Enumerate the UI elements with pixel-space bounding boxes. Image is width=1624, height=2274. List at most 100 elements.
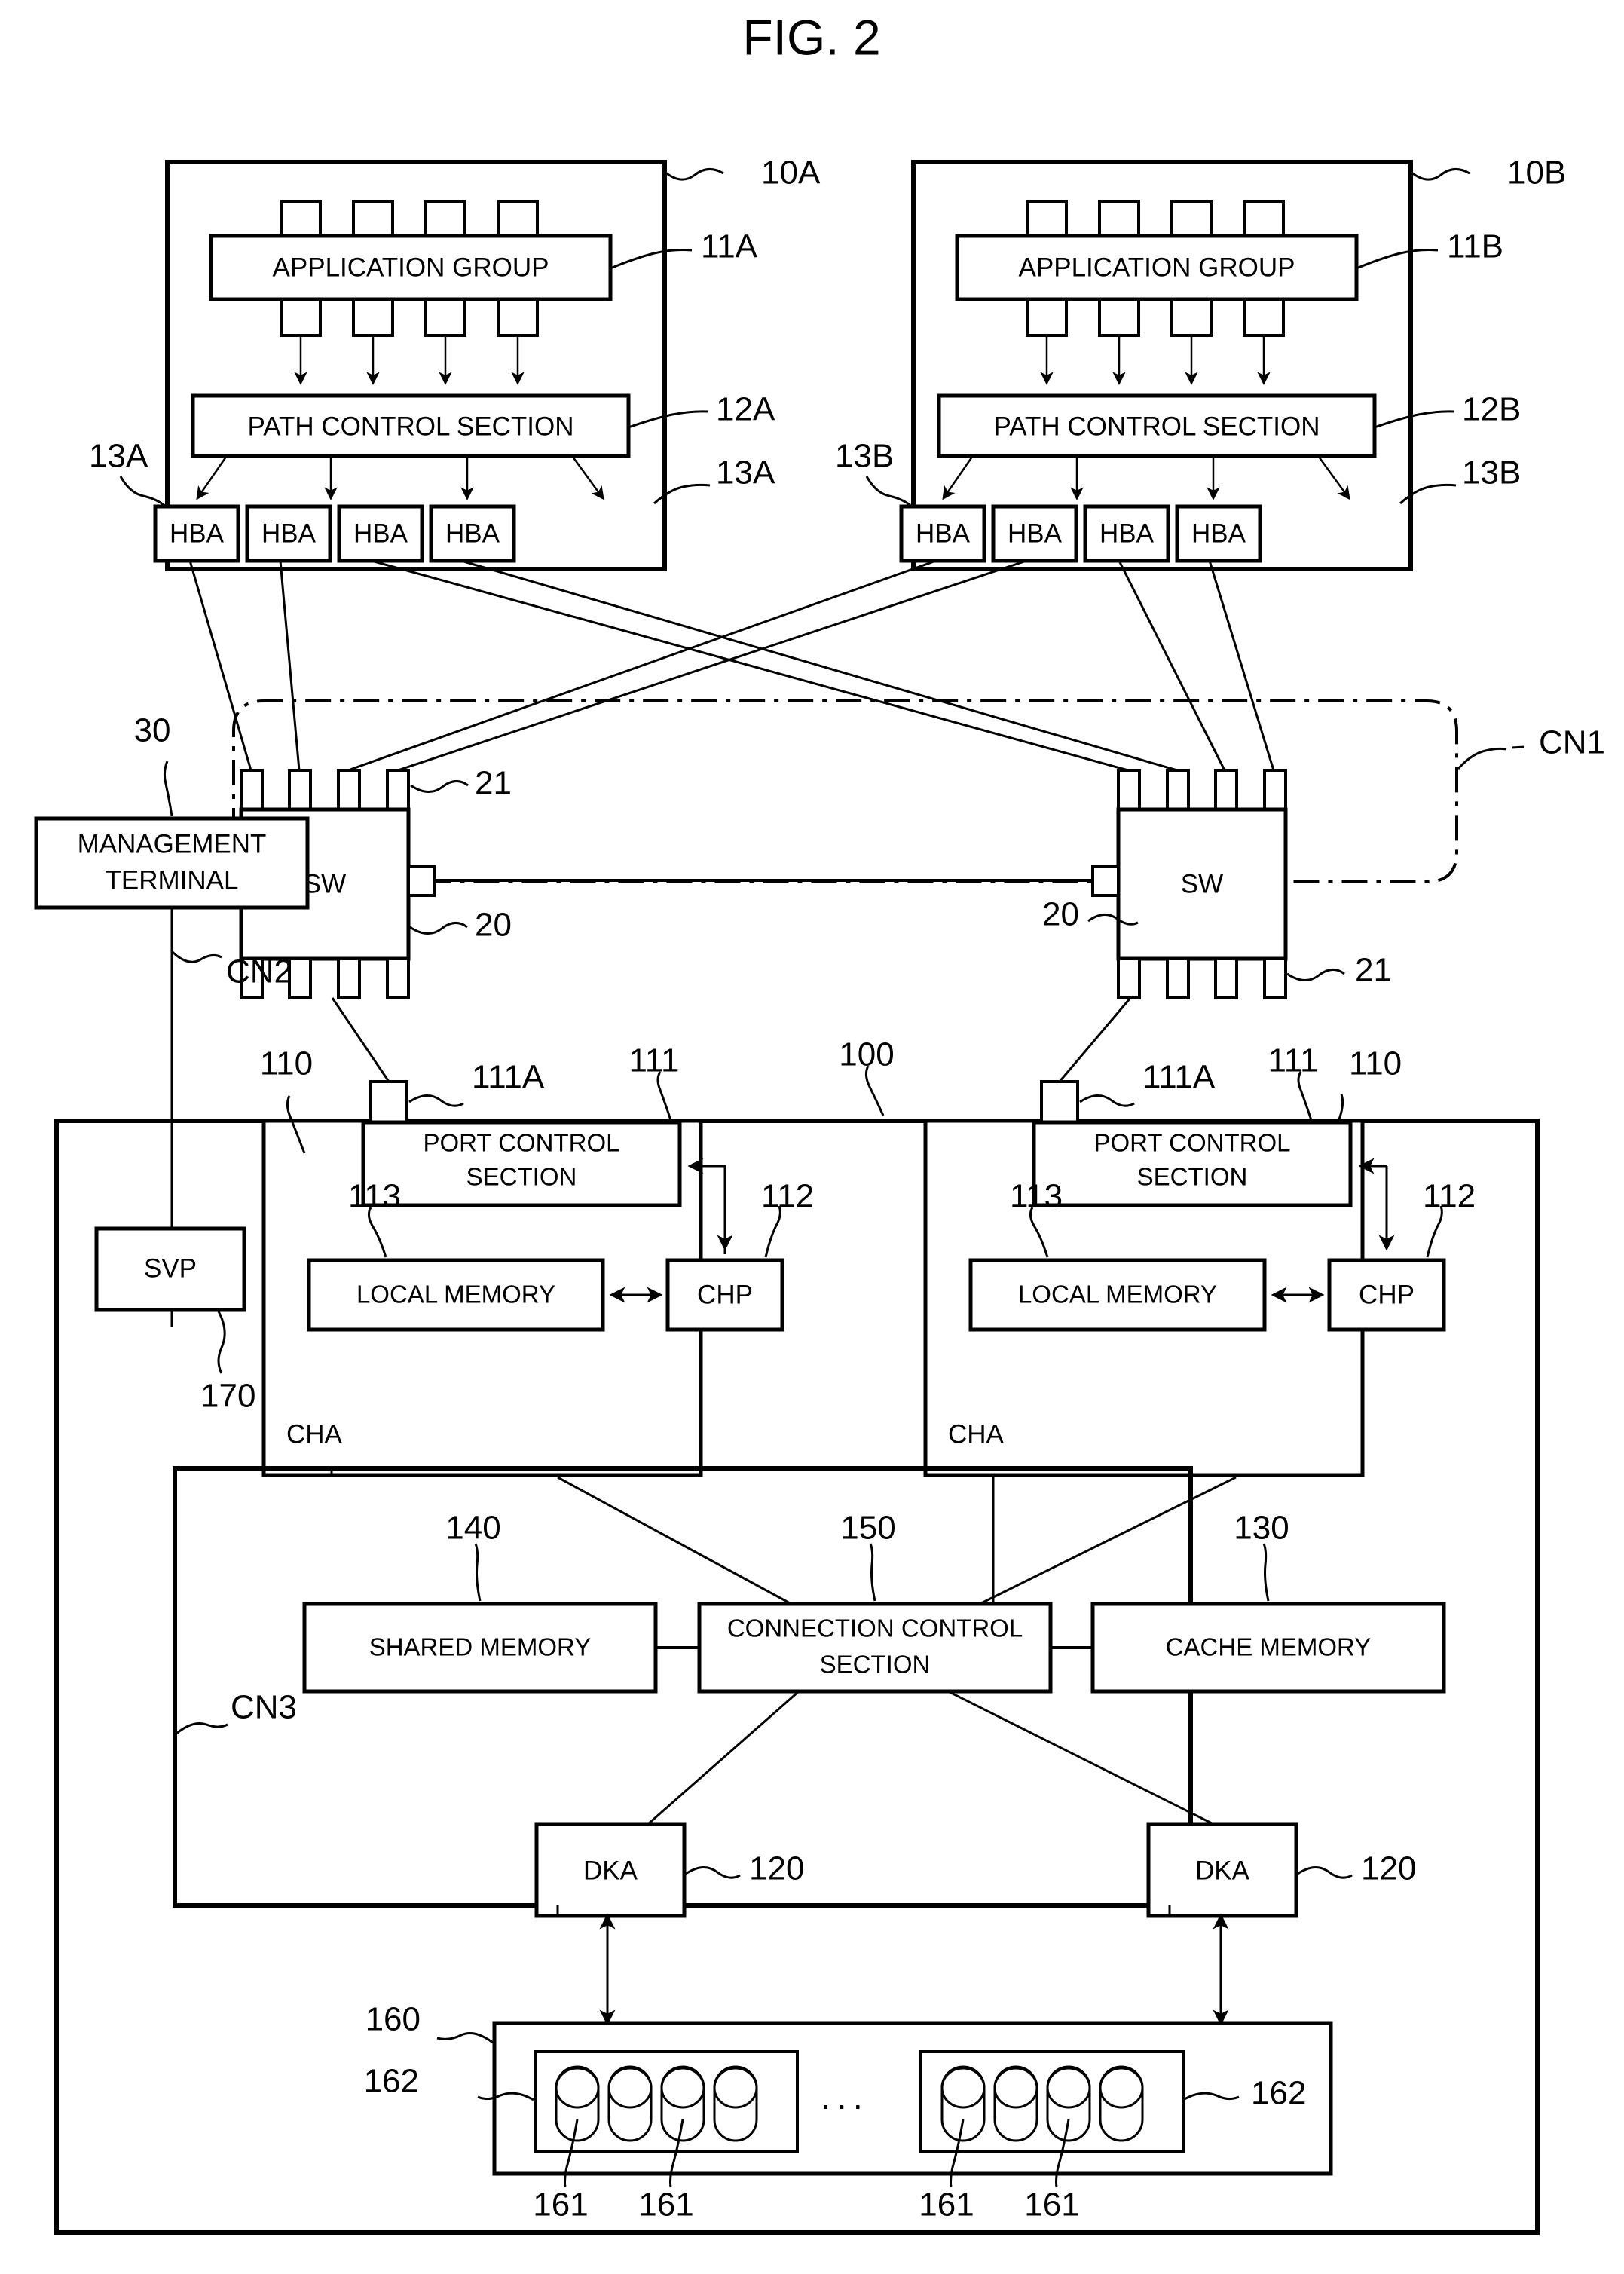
dka-1-ref-leader [685,1866,741,1879]
cache-memory-ref-leader [1262,1543,1270,1602]
hba-a-ref-left-leader [119,476,167,508]
cha-2-label: CHA [948,1419,1005,1449]
connection-control-ref: 150 [840,1510,895,1547]
cn3-leader [176,1722,228,1735]
sw2-top-port-2 [1166,769,1190,811]
sw1-top-port-4 [386,769,410,811]
disk-ref-3: 161 [919,2187,974,2224]
host-10a-ref: 10A [761,155,821,191]
storage-system-ref: 100 [839,1036,894,1073]
cha-1-port-control-line2: SECTION [466,1163,577,1191]
path-control-label-b: PATH CONTROL SECTION [994,412,1320,441]
sw2-bot-port-3 [1214,957,1238,999]
cha-2-port-control-ref: 111 [1268,1042,1319,1079]
cha-1-port-ref-leader [408,1094,464,1107]
cha2-to-connection-diagonal [979,1476,1237,1605]
figure-canvas: FIG. 2 10A APPLICATION GROUP 11A PATH CO… [34,9,1605,2235]
sw2-top-port-4 [1263,769,1287,811]
cha-1-port-control-ref: 111 [629,1042,680,1079]
sw1-bot-port-3 [337,957,361,999]
host-10b-ref: 10B [1507,155,1566,191]
hba-a-4-label: HBA [445,519,500,548]
storage-system-leader [864,1065,885,1116]
cha1-to-connection-diagonal [557,1476,792,1605]
storage-system: 100 SVP 170 CHA 110 111A PORT CONTROL SE… [54,997,1540,2235]
app-tab-top-1 [280,200,322,239]
cha-1-label: CHA [286,1419,343,1449]
sw1-label: SW [304,869,346,898]
disk-group-2-ref: 162 [1251,2075,1306,2112]
sw2-bot-port-4 [1263,957,1287,999]
dka-1-ref: 120 [749,1850,804,1887]
hba-switch-links [188,559,1275,772]
cha-1-port-ref: 111A [472,1059,545,1096]
cha-1-chp-ref: 112 [761,1178,814,1215]
sw1-bot-port-4 [386,957,410,999]
sw2-top-port-1 [1117,769,1141,811]
shared-memory-ref: 140 [445,1510,500,1547]
disk-group-1-ref: 162 [364,2063,419,2100]
disk-unit-ref-leader [436,2032,494,2044]
hba-a-2-label: HBA [261,519,317,548]
cn2-label: CN2 [226,953,292,990]
dka-1-label: DKA [583,1856,638,1885]
management-terminal-line1: MANAGEMENT [78,829,267,858]
figure-title: FIG. 2 [742,9,880,65]
cha-1-port [369,1080,408,1124]
cache-memory-ref: 130 [1234,1510,1289,1547]
app-tab-bot-2 [352,298,394,337]
cha-2-chp-ref: 112 [1423,1178,1476,1215]
app-tab-top-2 [352,200,394,239]
cha-1-port-control-line1: PORT CONTROL [424,1129,620,1157]
cn1-label: CN1 [1539,724,1605,761]
hba-b-3-label: HBA [1099,519,1155,548]
app-tab-top-b-1 [1026,200,1068,239]
app-tab-bot-3 [424,298,466,337]
app-tab-top-3 [424,200,466,239]
cha-2-local-memory-ref: 113 [1010,1178,1063,1215]
connection-control-line1: CONNECTION CONTROL [727,1614,1023,1642]
sw2-port-ref-leader [1286,969,1345,981]
app-tab-bot-b-1 [1026,298,1068,337]
path-control-label-a: PATH CONTROL SECTION [248,412,574,441]
path-control-b-ref: 12B [1462,391,1521,428]
cha-2-port [1040,1080,1079,1124]
cha-1: CHA 110 111A PORT CONTROL SECTION 111 LO… [260,1042,814,1477]
cn3-label: CN3 [231,1689,297,1726]
hba-a-3-label: HBA [353,519,408,548]
app-tab-bot-1 [280,298,322,337]
connection-to-dka1 [647,1690,800,1826]
hba-b-ref-right: 13B [1462,454,1521,491]
sw1-bot-port-2 [288,957,312,999]
hba-a-1-label: HBA [170,519,225,548]
cha-2-local-memory-label: LOCAL MEMORY [1018,1281,1217,1308]
hba-b-1-label: HBA [916,519,971,548]
cha-2-port-control-line2: SECTION [1137,1163,1248,1191]
sw2-body-ref: 20 [1042,896,1079,933]
svp-label: SVP [144,1253,197,1283]
cn1-boundary: CN1 [232,699,1605,883]
dka-2-ref-leader [1297,1866,1353,1879]
application-group-label-a: APPLICATION GROUP [273,252,549,282]
app-tab-bot-b-4 [1243,298,1285,337]
hba-b-4-label: HBA [1191,519,1246,548]
connection-to-dka2 [947,1690,1214,1826]
cha-2-chp-label: CHP [1359,1280,1415,1309]
management-terminal-ref: 30 [134,712,171,749]
app-tab-top-4 [497,200,539,239]
app-group-a-leader [610,249,693,270]
app-tab-bot-b-3 [1170,298,1213,337]
switch-2: SW 20 21 [1042,769,1392,999]
disk-unit: 160 162 ··· 162 161 161 161 161 [364,2001,1333,2224]
app-tab-bot-4 [497,298,539,337]
app-to-path-arrows-b [1040,337,1271,385]
cn1-leader-dot [1511,745,1525,749]
path-to-hba-arrows-b [942,456,1350,500]
sw2-left-port [1091,865,1120,897]
sw1-to-cha1-port-link [331,997,390,1082]
hba-b-ref-left: 13B [835,438,894,475]
app-tab-top-b-2 [1098,200,1140,239]
app-group-b-leader [1356,249,1439,270]
host-10a: 10A APPLICATION GROUP 11A PATH CONTROL S… [89,155,821,571]
sw1-right-port [407,865,436,897]
